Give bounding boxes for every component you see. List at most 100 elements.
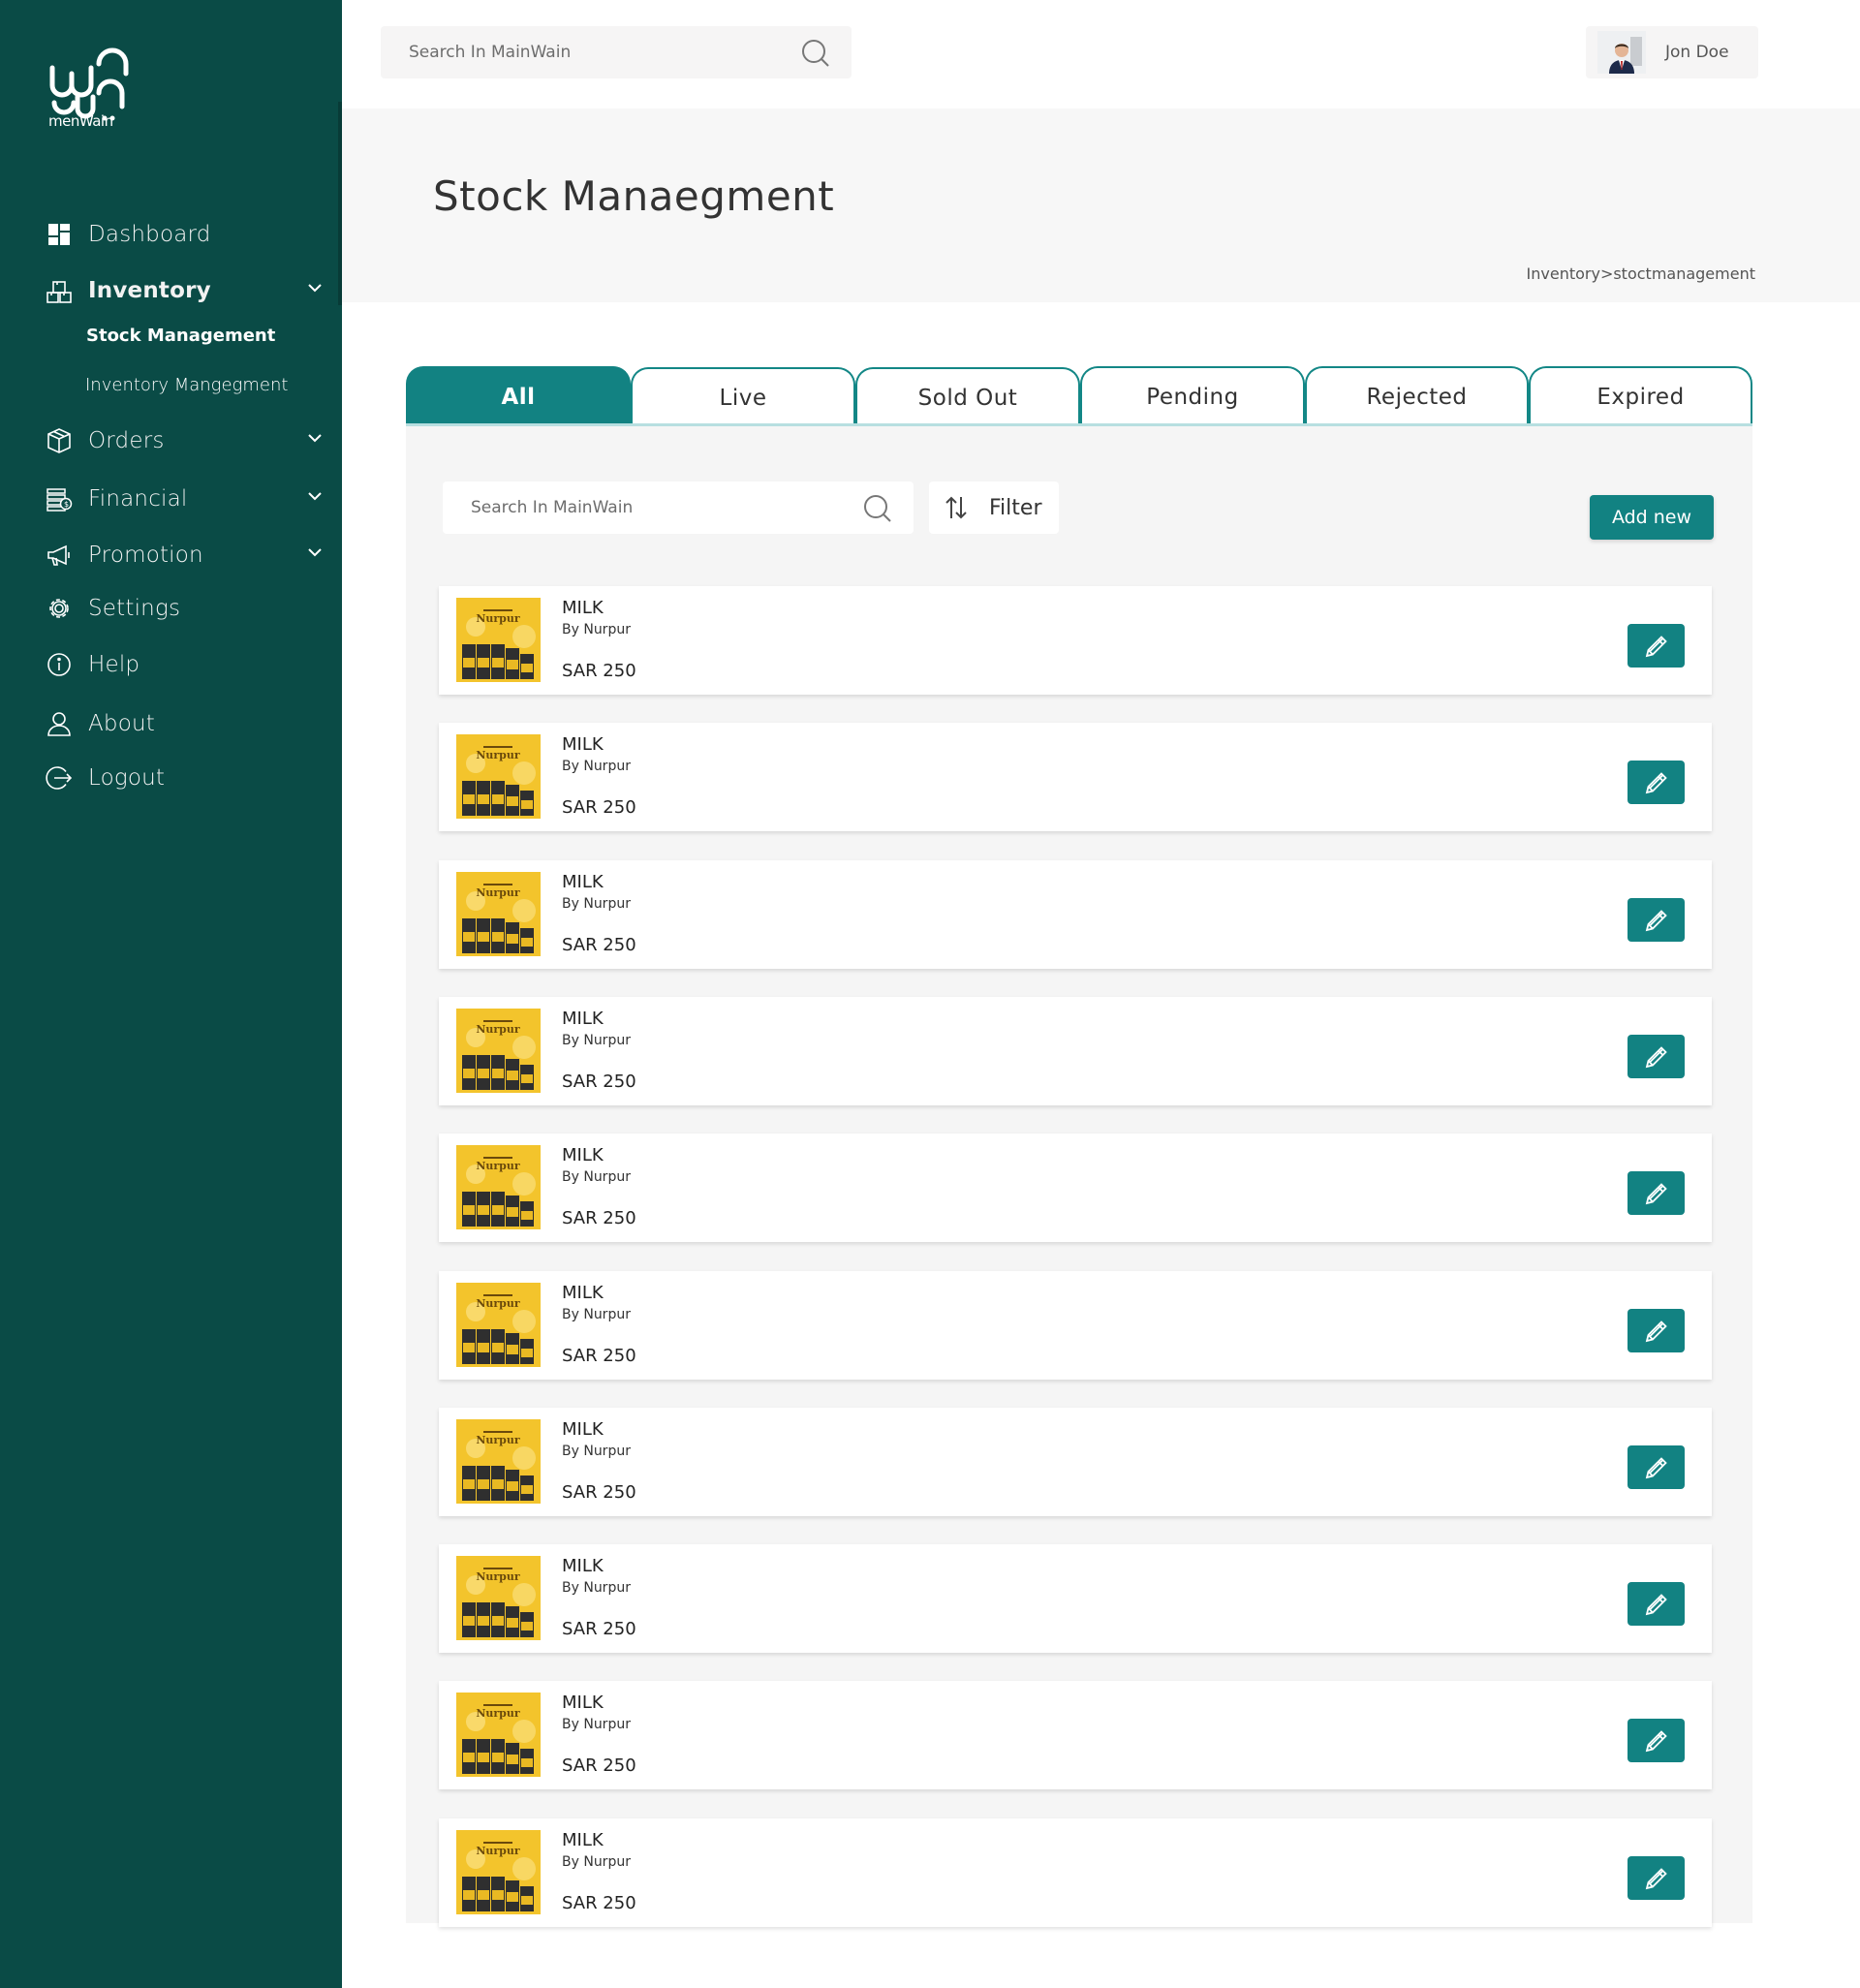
product-brand: By Nurpur	[562, 1854, 631, 1870]
sidebar-subitem-stock-management[interactable]: Stock Management	[86, 326, 275, 346]
product-row[interactable]: Nurpur MILK By Nurpur SAR 250	[439, 1681, 1712, 1789]
product-row[interactable]: Nurpur MILK By Nurpur SAR 250	[439, 1271, 1712, 1380]
pencil-icon	[1645, 1593, 1667, 1615]
sidebar-item-promotion[interactable]: Promotion	[46, 536, 326, 575]
edit-button[interactable]	[1628, 1309, 1685, 1352]
sidebar-item-label: Financial	[88, 486, 188, 512]
global-search-input[interactable]: Search In MainWain	[381, 26, 852, 78]
chevron-down-icon[interactable]	[307, 547, 323, 557]
product-row[interactable]: Nurpur MILK By Nurpur SAR 250	[439, 1544, 1712, 1653]
edit-button[interactable]	[1628, 1445, 1685, 1489]
sidebar-item-dashboard[interactable]: Dashboard	[46, 215, 326, 254]
product-thumbnail: Nurpur	[456, 872, 541, 956]
product-name: MILK	[562, 872, 604, 892]
chevron-down-icon[interactable]	[307, 283, 323, 293]
edit-button[interactable]	[1628, 1856, 1685, 1900]
product-row[interactable]: Nurpur MILK By Nurpur SAR 250	[439, 997, 1712, 1105]
sidebar-item-label: Settings	[88, 596, 181, 621]
box-icon	[46, 427, 73, 454]
breadcrumb[interactable]: Inventory>stoctmanagement	[1527, 264, 1755, 283]
tab-pending[interactable]: Pending	[1080, 366, 1305, 425]
sidebar-item-label: Promotion	[88, 543, 203, 568]
product-brand: By Nurpur	[562, 1033, 631, 1048]
product-search-input[interactable]: Search In MainWain	[443, 481, 914, 534]
sidebar-item-logout[interactable]: Logout	[46, 759, 326, 797]
product-brand: By Nurpur	[562, 1307, 631, 1322]
tab-rejected[interactable]: Rejected	[1305, 366, 1529, 425]
edit-button[interactable]	[1628, 624, 1685, 668]
sidebar-item-inventory[interactable]: Inventory	[46, 271, 326, 310]
svg-text:Nurpur: Nurpur	[476, 1160, 520, 1172]
pencil-icon	[1645, 1182, 1667, 1204]
tab-sold-out[interactable]: Sold Out	[855, 367, 1080, 426]
sidebar-item-help[interactable]: Help	[46, 645, 326, 684]
product-row[interactable]: Nurpur MILK By Nurpur SAR 250	[439, 1818, 1712, 1927]
product-name: MILK	[562, 1419, 604, 1440]
product-name: MILK	[562, 1145, 604, 1165]
product-brand: By Nurpur	[562, 622, 631, 637]
tab-expired[interactable]: Expired	[1529, 366, 1752, 425]
sidebar-item-orders[interactable]: Orders	[46, 421, 326, 460]
product-price: SAR 250	[562, 1893, 636, 1913]
product-row[interactable]: Nurpur MILK By Nurpur SAR 250	[439, 1408, 1712, 1516]
product-price: SAR 250	[562, 1072, 636, 1092]
product-thumbnail: Nurpur	[456, 1693, 541, 1777]
pencil-icon	[1645, 909, 1667, 931]
chevron-down-icon[interactable]	[307, 491, 323, 501]
sidebar-item-label: Logout	[88, 765, 166, 791]
megaphone-icon	[46, 542, 73, 569]
product-row[interactable]: Nurpur MILK By Nurpur SAR 250	[439, 586, 1712, 695]
product-brand: By Nurpur	[562, 1580, 631, 1596]
search-placeholder: Search In MainWain	[409, 43, 572, 62]
filter-button[interactable]: Filter	[929, 481, 1059, 534]
svg-text:$: $	[64, 500, 69, 509]
product-thumbnail: Nurpur	[456, 1009, 541, 1093]
edit-button[interactable]	[1628, 1719, 1685, 1762]
product-brand: By Nurpur	[562, 1169, 631, 1185]
sort-icon	[946, 496, 967, 519]
product-price: SAR 250	[562, 935, 636, 955]
product-thumbnail: Nurpur	[456, 734, 541, 819]
user-menu[interactable]: Jon Doe	[1586, 26, 1758, 78]
pencil-icon	[1645, 1456, 1667, 1478]
money-icon: $	[46, 485, 73, 513]
chevron-down-icon[interactable]	[307, 433, 323, 443]
tab-all[interactable]: All	[406, 366, 631, 425]
product-price: SAR 250	[562, 1619, 636, 1639]
brand-logo-text: menWain	[48, 112, 113, 130]
edit-button[interactable]	[1628, 1035, 1685, 1078]
product-row[interactable]: Nurpur MILK By Nurpur SAR 250	[439, 860, 1712, 969]
avatar	[1597, 31, 1646, 74]
sidebar-item-financial[interactable]: $ Financial	[46, 480, 326, 518]
product-price: SAR 250	[562, 1482, 636, 1503]
product-name: MILK	[562, 598, 604, 618]
pencil-icon	[1645, 1045, 1667, 1068]
product-thumbnail: Nurpur	[456, 1283, 541, 1367]
logout-icon	[46, 764, 73, 792]
sidebar-item-about[interactable]: About	[46, 704, 326, 743]
dashboard-icon	[46, 221, 73, 248]
info-icon	[46, 651, 73, 678]
product-price: SAR 250	[562, 1755, 636, 1776]
svg-text:Nurpur: Nurpur	[476, 886, 520, 899]
product-thumbnail: Nurpur	[456, 598, 541, 682]
product-row[interactable]: Nurpur MILK By Nurpur SAR 250	[439, 1134, 1712, 1242]
edit-button[interactable]	[1628, 898, 1685, 942]
sidebar-item-settings[interactable]: Settings	[46, 589, 326, 628]
search-icon[interactable]	[863, 494, 892, 523]
sidebar-item-label: Inventory	[88, 278, 211, 303]
product-brand: By Nurpur	[562, 759, 631, 774]
search-icon[interactable]	[801, 39, 830, 68]
edit-button[interactable]	[1628, 761, 1685, 804]
product-price: SAR 250	[562, 797, 636, 818]
gear-icon	[46, 595, 73, 622]
pencil-icon	[1645, 1729, 1667, 1752]
product-row[interactable]: Nurpur MILK By Nurpur SAR 250	[439, 723, 1712, 831]
product-thumbnail: Nurpur	[456, 1145, 541, 1229]
edit-button[interactable]	[1628, 1171, 1685, 1215]
tab-live[interactable]: Live	[631, 367, 855, 426]
add-new-button[interactable]: Add new	[1590, 495, 1714, 540]
edit-button[interactable]	[1628, 1582, 1685, 1626]
sidebar-subitem-inventory-management[interactable]: Inventory Mangegment	[85, 375, 288, 395]
svg-text:Nurpur: Nurpur	[476, 1023, 520, 1036]
